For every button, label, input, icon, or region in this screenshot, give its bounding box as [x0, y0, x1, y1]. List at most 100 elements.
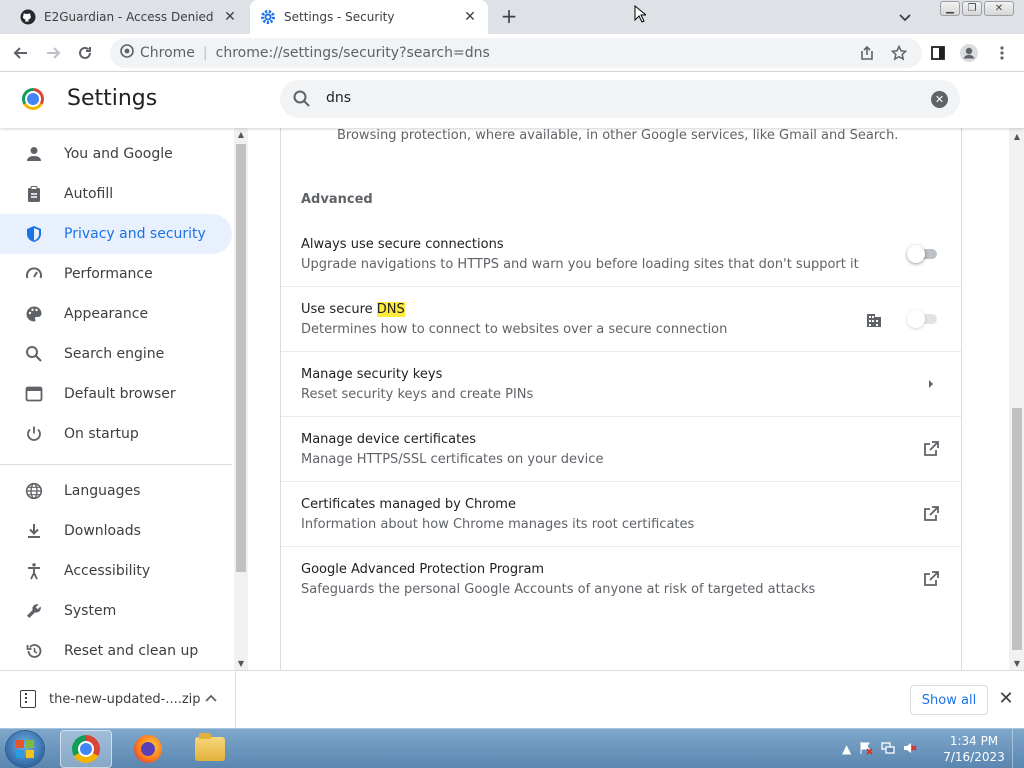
reload-icon[interactable] — [72, 40, 98, 66]
share-icon[interactable] — [856, 42, 878, 64]
sidebar-item-languages[interactable]: Languages — [0, 471, 232, 511]
download-item[interactable]: the-new-updated-....zip — [0, 671, 236, 729]
sidebar-item-default-browser[interactable]: Default browser — [0, 374, 232, 414]
forward-arrow-icon[interactable] — [40, 40, 66, 66]
chrome-icon — [72, 735, 100, 763]
row-subtitle: Safeguards the personal Google Accounts … — [301, 582, 816, 597]
taskbar-firefox-button[interactable] — [122, 730, 174, 768]
external-link-icon[interactable] — [921, 504, 941, 524]
row-subtitle: Reset security keys and create PINs — [301, 387, 534, 402]
sidebar-item-search-engine[interactable]: Search engine — [0, 334, 232, 374]
row-advanced-protection-program[interactable]: Google Advanced Protection Program Safeg… — [281, 547, 961, 612]
maximize-button[interactable]: ❐ — [962, 1, 982, 16]
scroll-up-icon[interactable]: ▲ — [1012, 132, 1022, 141]
safe-browsing-note: Browsing protection, where available, in… — [337, 128, 899, 143]
close-tab-icon[interactable]: ✕ — [460, 7, 480, 27]
power-icon — [24, 424, 44, 444]
firefox-icon — [134, 735, 162, 763]
sidebar-item-label: Appearance — [64, 306, 149, 322]
scroll-down-icon[interactable]: ▼ — [1012, 659, 1022, 668]
show-all-button[interactable]: Show all — [910, 685, 988, 715]
sidebar-item-privacy-and-security[interactable]: Privacy and security — [0, 214, 232, 254]
row-always-secure-connections[interactable]: Always use secure connections Upgrade na… — [281, 222, 961, 287]
sidebar-item-label: Reset and clean up — [64, 643, 199, 659]
sidebar-item-downloads[interactable]: Downloads — [0, 511, 232, 551]
scrollbar-thumb[interactable] — [236, 144, 246, 572]
sidebar-item-system[interactable]: System — [0, 591, 232, 631]
close-download-bar-icon[interactable]: ✕ — [996, 689, 1016, 709]
sidebar-item-label: System — [64, 603, 117, 619]
scrollbar-thumb[interactable] — [1012, 408, 1022, 650]
row-certificates-managed-by-chrome[interactable]: Certificates managed by Chrome Informati… — [281, 482, 961, 547]
clear-search-icon[interactable]: ✕ — [931, 91, 948, 108]
tab-e2guardian[interactable]: E2Guardian - Access Denied ✕ — [8, 0, 248, 34]
row-use-secure-dns[interactable]: Use secure DNS Determines how to connect… — [281, 287, 961, 352]
sidebar-item-you-and-google[interactable]: You and Google — [0, 134, 232, 174]
gear-icon — [260, 9, 276, 25]
shield-icon — [24, 224, 44, 244]
taskbar-chrome-button[interactable] — [60, 730, 112, 768]
row-title: Google Advanced Protection Program — [301, 562, 545, 577]
close-tab-icon[interactable]: ✕ — [220, 7, 240, 27]
secure-dns-toggle[interactable] — [907, 310, 939, 328]
download-icon — [24, 521, 44, 541]
sidebar-item-label: You and Google — [64, 146, 173, 162]
sidebar-item-on-startup[interactable]: On startup — [0, 414, 232, 454]
search-input[interactable]: dns — [326, 90, 351, 106]
profile-avatar-icon[interactable] — [958, 42, 980, 64]
external-link-icon[interactable] — [921, 569, 941, 589]
download-bar: the-new-updated-....zip Show all ✕ — [0, 670, 1024, 729]
sidebar-item-label: Languages — [64, 483, 141, 499]
side-panel-icon[interactable] — [927, 42, 949, 64]
more-menu-icon[interactable] — [991, 42, 1013, 64]
chevron-right-icon[interactable] — [921, 374, 941, 394]
taskbar-clock[interactable]: 1:34 PM 7/16/2023 — [936, 733, 1012, 765]
sidebar-item-performance[interactable]: Performance — [0, 254, 232, 294]
tab-settings-security[interactable]: Settings - Security ✕ — [250, 0, 488, 34]
taskbar-explorer-button[interactable] — [184, 730, 236, 768]
tab-title: Settings - Security — [284, 10, 395, 24]
window-close-button[interactable]: ✕ — [984, 1, 1014, 16]
sidebar-item-autofill[interactable]: Autofill — [0, 174, 232, 214]
globe-icon — [24, 481, 44, 501]
clock-date: 7/16/2023 — [943, 750, 1005, 764]
new-tab-button[interactable]: + — [497, 5, 521, 29]
windows-taskbar: ▲ 1:34 PM 7/16/2023 — [0, 728, 1024, 768]
show-desktop-button[interactable] — [1012, 729, 1024, 768]
address-bar[interactable]: Chrome | chrome://settings/security?sear… — [110, 38, 922, 68]
search-icon — [292, 89, 312, 109]
enterprise-building-icon — [865, 311, 883, 329]
show-hidden-icons-icon[interactable]: ▲ — [842, 742, 851, 756]
security-card: Browsing protection, where available, in… — [280, 128, 962, 670]
window-controls: ▁ ❐ ✕ — [940, 1, 1014, 16]
url-text[interactable]: chrome://settings/security?search=dns — [216, 45, 490, 61]
network-icon[interactable] — [881, 741, 895, 758]
clock-time: 1:34 PM — [949, 734, 999, 748]
sidebar-scrollbar[interactable]: ▲ ▼ — [234, 128, 248, 670]
minimize-button[interactable]: ▁ — [940, 1, 960, 16]
sidebar-item-reset-and-clean-up[interactable]: Reset and clean up — [0, 631, 232, 671]
tab-search-chevron-icon[interactable] — [894, 7, 916, 29]
chevron-up-icon[interactable] — [205, 691, 217, 705]
sidebar-item-label: Downloads — [64, 523, 141, 539]
start-button[interactable] — [6, 731, 44, 767]
scroll-up-icon[interactable]: ▲ — [236, 130, 246, 139]
sidebar-item-appearance[interactable]: Appearance — [0, 294, 232, 334]
scroll-down-icon[interactable]: ▼ — [236, 659, 246, 668]
volume-muted-icon[interactable] — [903, 741, 917, 758]
back-arrow-icon[interactable] — [8, 40, 34, 66]
settings-search-box[interactable]: dns ✕ — [280, 80, 960, 118]
bookmark-star-icon[interactable] — [888, 42, 910, 64]
external-link-icon[interactable] — [921, 439, 941, 459]
tab-strip: E2Guardian - Access Denied ✕ Settings - … — [0, 0, 1024, 34]
action-center-flag-icon[interactable] — [859, 741, 873, 758]
row-manage-device-certificates[interactable]: Manage device certificates Manage HTTPS/… — [281, 417, 961, 482]
search-icon — [24, 344, 44, 364]
row-title-prefix: Use secure — [301, 302, 377, 317]
row-manage-security-keys[interactable]: Manage security keys Reset security keys… — [281, 352, 961, 417]
sidebar-item-accessibility[interactable]: Accessibility — [0, 551, 232, 591]
speedometer-icon — [24, 264, 44, 284]
secure-connections-toggle[interactable] — [907, 245, 939, 263]
main-scrollbar[interactable]: ▲ ▼ — [1009, 128, 1024, 670]
browser-icon — [24, 384, 44, 404]
